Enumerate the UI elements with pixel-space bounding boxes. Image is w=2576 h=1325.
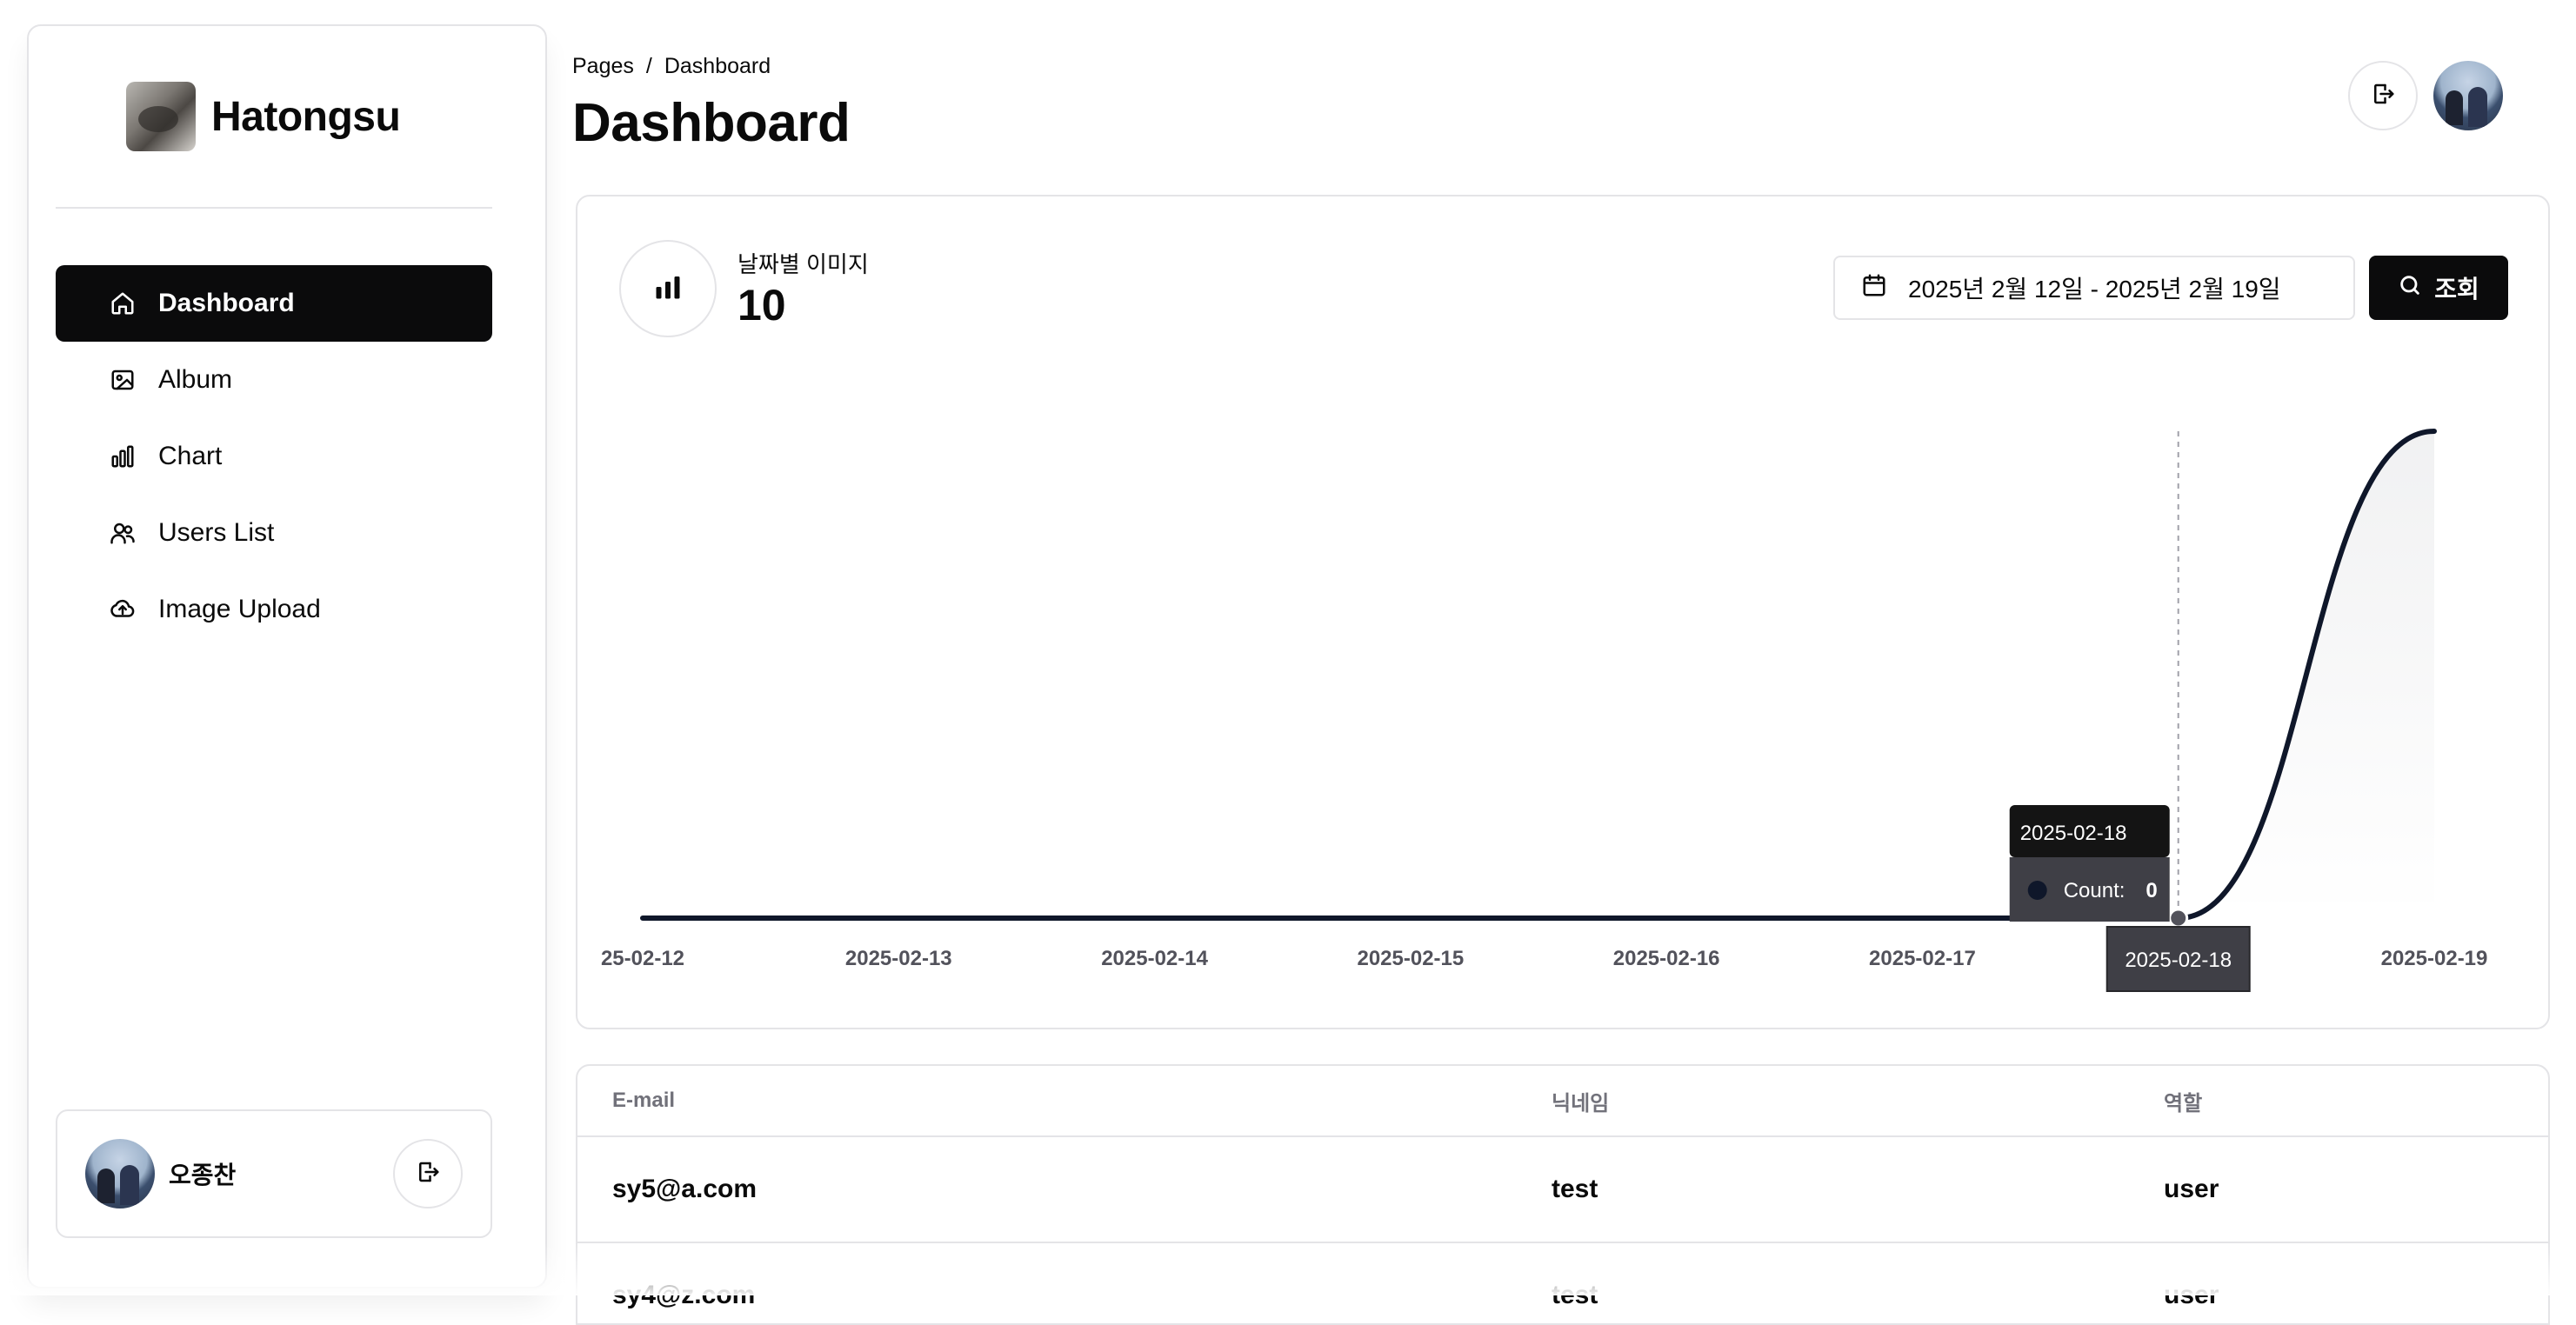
x-tick-label: 2025-02-13 [845, 947, 952, 970]
svg-text:Count:: Count: [2064, 879, 2126, 902]
bar-chart-icon [110, 443, 136, 469]
header-logout-button[interactable] [2348, 61, 2418, 130]
cursor-x-label: 2025-02-18 [2107, 927, 2250, 991]
sidebar-nav: Dashboard Album Chart Users List Image U… [56, 265, 492, 648]
page-title: Dashboard [572, 92, 850, 154]
cell-role: user [2164, 1175, 2219, 1204]
breadcrumb-current: Dashboard [664, 54, 771, 79]
sidebar-item-album[interactable]: Album [56, 342, 492, 418]
x-tick-label: 2025-02-14 [1101, 947, 1208, 970]
area-chart[interactable]: 25-02-12 2025-02-13 2025-02-14 2025-02-15 20… [577, 196, 2552, 1031]
sidebar-item-dashboard[interactable]: Dashboard [56, 265, 492, 342]
sidebar-item-chart[interactable]: Chart [56, 418, 492, 495]
sidebar-item-label: Chart [158, 442, 222, 471]
image-icon [110, 367, 136, 393]
brand-name: Hatongsu [211, 93, 400, 141]
cell-email: sy5@a.com [612, 1175, 757, 1204]
x-tick-label: 2025-02-19 [2381, 947, 2488, 970]
table-row[interactable]: sy4@z.com test user [577, 1243, 2548, 1325]
column-header-role[interactable]: 역할 [2164, 1086, 2202, 1116]
x-tick-label: 2025-02-15 [1357, 947, 1464, 970]
x-tick-label: 2025-02-16 [1613, 947, 1720, 970]
logout-icon [2370, 81, 2396, 111]
x-tick-label: 25-02-12 [601, 947, 684, 970]
breadcrumb-root[interactable]: Pages [572, 54, 634, 79]
cell-role: user [2164, 1281, 2219, 1310]
sidebar-item-label: Image Upload [158, 595, 321, 624]
breadcrumb: Pages / Dashboard [572, 54, 771, 79]
column-header-email[interactable]: E-mail [612, 1089, 675, 1113]
cell-email: sy4@z.com [612, 1281, 755, 1310]
chart-tooltip: 2025-02-18 Count: 0 [2010, 805, 2170, 922]
avatar[interactable] [85, 1139, 155, 1208]
sidebar-divider [56, 207, 492, 209]
users-icon [110, 520, 136, 546]
table-row[interactable]: sy5@a.com test user [577, 1137, 2548, 1243]
data-point[interactable] [2170, 909, 2187, 927]
table-header-row: E-mail 닉네임 역할 [577, 1066, 2548, 1137]
sidebar-item-label: Users List [158, 518, 274, 548]
x-tick-label: 2025-02-17 [1869, 947, 1976, 970]
column-header-nickname[interactable]: 닉네임 [1552, 1086, 1609, 1116]
cloud-upload-icon [110, 596, 136, 623]
cell-nickname: test [1552, 1281, 1598, 1310]
sidebar-item-label: Dashboard [158, 289, 295, 318]
sidebar: Hatongsu Dashboard Album Chart Users Li [27, 24, 547, 1288]
sidebar-item-users-list[interactable]: Users List [56, 495, 492, 571]
breadcrumb-separator: / [646, 54, 652, 79]
brand[interactable]: Hatongsu [126, 82, 400, 151]
brand-logo [126, 82, 196, 151]
user-card: 오종찬 [56, 1109, 492, 1238]
sidebar-item-label: Album [158, 365, 232, 395]
home-icon [110, 290, 136, 316]
cell-nickname: test [1552, 1175, 1598, 1204]
user-name: 오종찬 [169, 1156, 236, 1191]
svg-text:0: 0 [2146, 879, 2157, 902]
logout-icon [415, 1159, 441, 1189]
sidebar-item-image-upload[interactable]: Image Upload [56, 571, 492, 648]
chart-card: 날짜별 이미지 10 2025년 2월 12일 - 2025년 2월 19일 조… [576, 195, 2550, 1029]
svg-text:2025-02-18: 2025-02-18 [2020, 822, 2127, 845]
svg-text:2025-02-18: 2025-02-18 [2125, 949, 2232, 972]
header-avatar[interactable] [2433, 61, 2503, 130]
users-table: E-mail 닉네임 역할 sy5@a.com test user sy4@z.… [576, 1064, 2550, 1325]
logout-button[interactable] [393, 1139, 463, 1208]
header-actions [2348, 61, 2503, 130]
